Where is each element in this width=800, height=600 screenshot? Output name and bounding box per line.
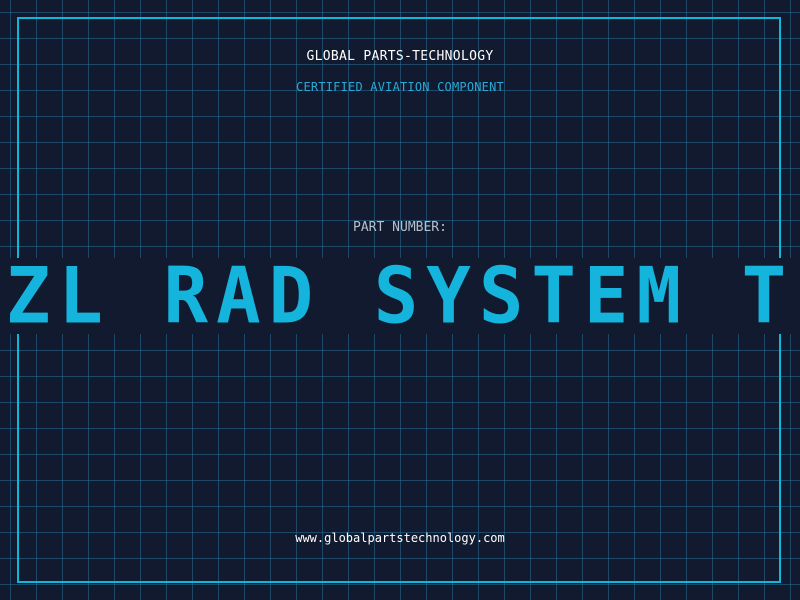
part-number-band: ETZL RAD SYSTEM TES <box>0 258 800 334</box>
part-number-label: PART NUMBER: <box>353 220 447 235</box>
website-url: www.globalpartstechnology.com <box>295 531 505 545</box>
certification-tagline: CERTIFIED AVIATION COMPONENT <box>296 80 504 94</box>
company-name: GLOBAL PARTS-TECHNOLOGY <box>306 49 494 64</box>
part-card: GLOBAL PARTS-TECHNOLOGY CERTIFIED AVIATI… <box>0 0 800 600</box>
part-number-value: ETZL RAD SYSTEM TES <box>0 258 800 334</box>
